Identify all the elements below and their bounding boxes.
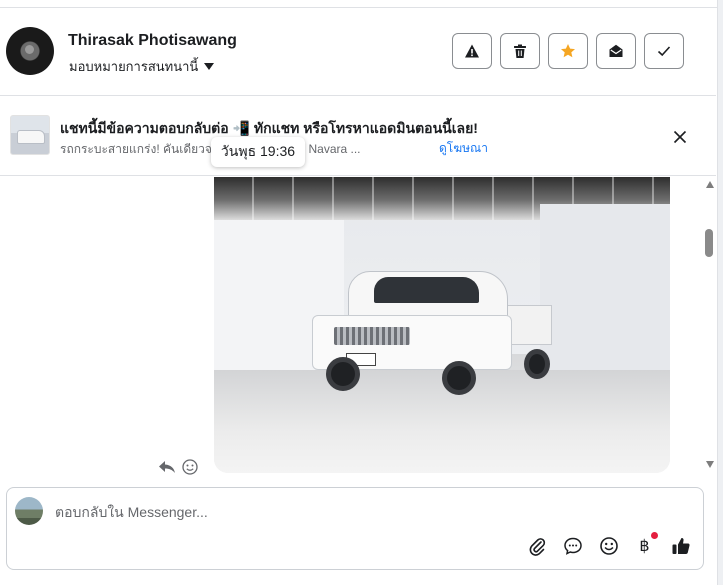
timestamp-tooltip: วันพุธ 19:36 [211, 137, 305, 167]
payment-button[interactable]: ฿ [633, 532, 658, 557]
scroll-up-arrow-icon[interactable] [706, 181, 714, 188]
close-icon [673, 130, 687, 144]
notification-dot [651, 532, 658, 539]
delete-button[interactable] [500, 33, 540, 69]
like-button[interactable] [669, 534, 692, 557]
reply-input[interactable] [55, 502, 555, 522]
trash-icon [514, 44, 526, 58]
truck-wheel-rear [442, 361, 476, 395]
reply-icon[interactable] [158, 460, 176, 474]
chat-bubble-icon [563, 537, 582, 555]
check-icon [657, 46, 671, 57]
truck-thumbnail-icon [17, 130, 45, 144]
close-banner-button[interactable] [670, 127, 690, 147]
conversation-header: Thirasak Photisawang มอบหมายการสนทนานี้ [0, 8, 716, 96]
emoji-icon [599, 536, 618, 555]
scroll-down-arrow-icon[interactable] [706, 461, 714, 468]
mark-done-button[interactable] [644, 33, 684, 69]
pickup-truck [312, 271, 552, 395]
header-actions [452, 33, 684, 69]
emoji-button[interactable] [597, 534, 620, 557]
star-icon [561, 44, 575, 58]
message-thread [0, 177, 716, 480]
view-ad-link[interactable]: ดูโฆษณา [439, 139, 488, 158]
assign-conversation-dropdown[interactable]: มอบหมายการสนทนานี้ [69, 56, 215, 77]
image-floor [214, 370, 670, 473]
assign-label: มอบหมายการสนทนานี้ [69, 59, 199, 74]
attach-file-button[interactable] [525, 534, 548, 557]
image-wall-right [540, 204, 670, 374]
baht-icon: ฿ [639, 537, 650, 555]
truck-wheel-back [524, 349, 550, 379]
ad-thumbnail[interactable] [10, 115, 50, 155]
page-avatar [15, 497, 43, 525]
warning-icon [465, 44, 479, 58]
scrollbar-thumb[interactable] [705, 229, 713, 257]
contact-name[interactable]: Thirasak Photisawang [68, 32, 237, 50]
thumbs-up-icon [672, 537, 690, 554]
report-spam-button[interactable] [452, 33, 492, 69]
paperclip-icon [529, 537, 545, 556]
thread-scrollbar[interactable] [702, 177, 716, 480]
caret-down-icon [204, 63, 215, 70]
saved-replies-button[interactable] [561, 534, 584, 557]
truck-windshield [374, 277, 479, 303]
envelope-open-icon [609, 44, 623, 57]
window-edge [717, 0, 723, 585]
composer-tools: ฿ [525, 532, 692, 557]
mark-unread-button[interactable] [596, 33, 636, 69]
truck-wheel-front [326, 357, 360, 391]
message-composer: ฿ [6, 487, 704, 570]
message-image[interactable] [214, 177, 670, 473]
star-button[interactable] [548, 33, 588, 69]
contact-avatar[interactable] [6, 27, 54, 75]
emoji-reaction-icon[interactable] [182, 459, 198, 475]
ad-banner: แชทนี้มีข้อความตอบกลับต่อ 📲 ทักแชท หรือโ… [0, 97, 716, 176]
truck-grille [334, 327, 410, 345]
